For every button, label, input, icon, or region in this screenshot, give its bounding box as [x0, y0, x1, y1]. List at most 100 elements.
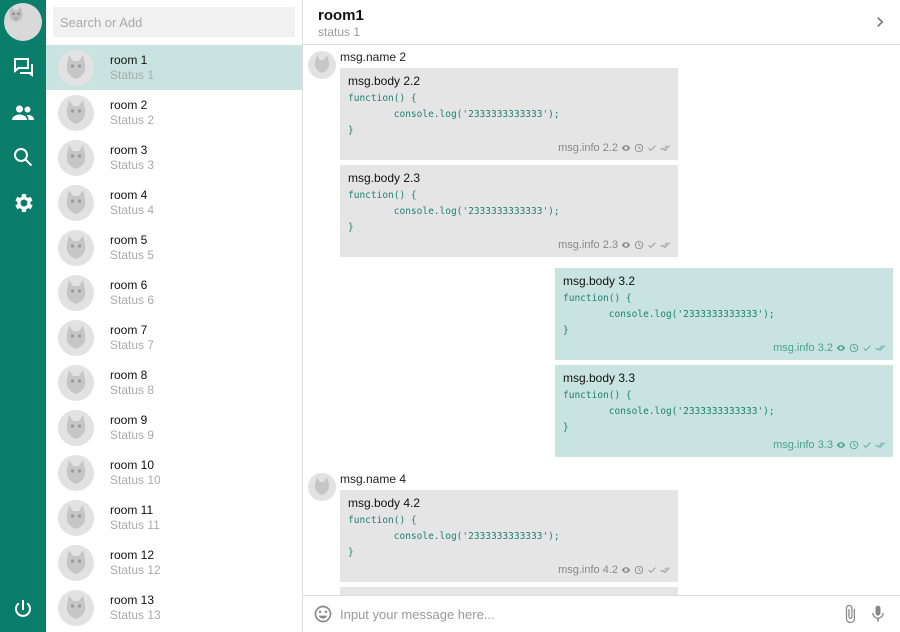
- room-text: room 9 Status 9: [110, 413, 154, 443]
- clock-icon: [634, 565, 644, 575]
- room-text: room 2 Status 2: [110, 98, 154, 128]
- message-code: function() { console.log('2333333333333'…: [348, 190, 560, 233]
- room-avatar: [58, 364, 94, 401]
- message-bubble[interactable]: msg.body 2.2 function() { console.log('2…: [340, 68, 678, 160]
- people-icon[interactable]: [0, 98, 46, 128]
- room-list-item[interactable]: room 5 Status 5: [46, 225, 302, 270]
- room-avatar: [58, 139, 94, 176]
- chat-icon[interactable]: [0, 52, 46, 82]
- clock-icon: [849, 343, 859, 353]
- room-list-item[interactable]: room 9 Status 9: [46, 405, 302, 450]
- check-icon: [648, 242, 656, 248]
- emoji-icon[interactable]: [313, 604, 333, 624]
- room-status: Status 6: [110, 292, 155, 307]
- message-meta: msg.info 2.2: [558, 142, 670, 154]
- message-info: msg.info 2.2: [558, 142, 618, 154]
- room-list-item[interactable]: room 6 Status 6: [46, 270, 302, 315]
- chat-status: status 1: [318, 25, 361, 39]
- room-name: room 1: [110, 52, 148, 67]
- message-info: msg.info 3.3: [773, 439, 833, 451]
- room-name: room 5: [110, 232, 148, 247]
- room-name: room 8: [110, 367, 148, 382]
- message-meta: msg.info 3.3: [773, 439, 885, 451]
- room-name: room 11: [110, 502, 154, 517]
- check-icon: [863, 345, 871, 351]
- room-avatar: [58, 589, 94, 626]
- room-avatar: [58, 274, 94, 311]
- room-list-item[interactable]: room 12 Status 12: [46, 540, 302, 585]
- room-list-item[interactable]: room 4 Status 4: [46, 180, 302, 225]
- room-name: room 7: [110, 322, 148, 337]
- eye-icon: [621, 145, 631, 151]
- user-avatar[interactable]: [4, 3, 42, 41]
- room-name: room 12: [110, 547, 155, 562]
- room-text: room 5 Status 5: [110, 233, 154, 263]
- room-name: room 4: [110, 187, 148, 202]
- paperclip-icon[interactable]: [840, 604, 860, 624]
- eye-icon: [836, 345, 846, 351]
- message-code: function() { console.log('2333333333333'…: [348, 93, 560, 136]
- chat-header: room1 status 1: [303, 0, 900, 45]
- message-meta: msg.info 3.2: [773, 342, 885, 354]
- room-text: room 7 Status 7: [110, 323, 154, 353]
- room-avatar: [58, 454, 94, 491]
- room-status: Status 4: [110, 202, 155, 217]
- settings-icon[interactable]: [0, 188, 46, 218]
- message-meta: msg.info 4.2: [558, 564, 670, 576]
- message-input[interactable]: [340, 602, 820, 626]
- microphone-icon[interactable]: [868, 604, 888, 624]
- room-avatar: [58, 49, 94, 86]
- room-text: room 3 Status 3: [110, 143, 154, 173]
- clock-icon: [634, 240, 644, 250]
- chat-title: room1: [318, 7, 364, 24]
- room-status: Status 1: [110, 67, 155, 82]
- room-text: room 1 Status 1: [110, 53, 154, 83]
- message-meta: msg.info 2.3: [558, 239, 670, 251]
- clock-icon: [634, 143, 644, 153]
- room-status: Status 8: [110, 382, 155, 397]
- sender-avatar[interactable]: [308, 51, 336, 79]
- room-text: room 12 Status 12: [110, 548, 161, 578]
- message-bubble-outgoing[interactable]: msg.body 3.2 function() { console.log('2…: [555, 268, 893, 360]
- message-info: msg.info 2.3: [558, 239, 618, 251]
- room-text: room 11 Status 11: [110, 503, 160, 533]
- message-bubble-outgoing[interactable]: msg.body 3.3 function() { console.log('2…: [555, 365, 893, 457]
- room-list-item[interactable]: room 10 Status 10: [46, 450, 302, 495]
- message-body: msg.body 3.3: [563, 371, 636, 385]
- double-check-icon: [660, 567, 670, 573]
- room-avatar: [58, 94, 94, 131]
- room-list-item[interactable]: room 8 Status 8: [46, 360, 302, 405]
- room-list-item[interactable]: room 3 Status 3: [46, 135, 302, 180]
- search-input[interactable]: [53, 7, 295, 37]
- room-list-item[interactable]: room 2 Status 2: [46, 90, 302, 135]
- message-body: msg.body 4.2: [348, 496, 421, 510]
- clock-icon: [849, 440, 859, 450]
- message-bubble[interactable]: msg.body 4.2 function() { console.log('2…: [340, 490, 678, 582]
- message-info: msg.info 3.2: [773, 342, 833, 354]
- eye-icon: [621, 242, 631, 248]
- message-body: msg.body 2.3: [348, 171, 421, 185]
- room-list-item[interactable]: room 11 Status 11: [46, 495, 302, 540]
- message-info: msg.info 4.2: [558, 564, 618, 576]
- message-body: msg.body 3.2: [563, 274, 636, 288]
- power-icon[interactable]: [0, 594, 46, 624]
- message-code: function() { console.log('2333333333333'…: [348, 515, 560, 558]
- room-text: room 13 Status 13: [110, 593, 161, 623]
- message-bubble[interactable]: msg.body 2.3 function() { console.log('2…: [340, 165, 678, 257]
- double-check-icon: [875, 442, 885, 448]
- room-name: room 2: [110, 97, 148, 112]
- room-status: Status 7: [110, 337, 155, 352]
- sender-avatar[interactable]: [308, 473, 336, 501]
- room-avatar: [58, 409, 94, 446]
- room-avatar: [58, 319, 94, 356]
- search-icon[interactable]: [0, 142, 46, 172]
- chat-app: room 1Status 1 room 2Status 2 room 3Status…: [0, 0, 900, 632]
- message-bubble-partial[interactable]: [340, 587, 678, 595]
- message-composer: [303, 595, 900, 632]
- room-list-item[interactable]: room 7 Status 7: [46, 315, 302, 360]
- room-list-item[interactable]: room 1 Status 1: [46, 45, 302, 90]
- message-list: msg.name 2 msg.body 2.2 function() { con…: [303, 45, 900, 595]
- chevron-right-icon[interactable]: [870, 12, 890, 32]
- room-list-item[interactable]: room 13 Status 13: [46, 585, 302, 630]
- room-status: Status 3: [110, 157, 155, 172]
